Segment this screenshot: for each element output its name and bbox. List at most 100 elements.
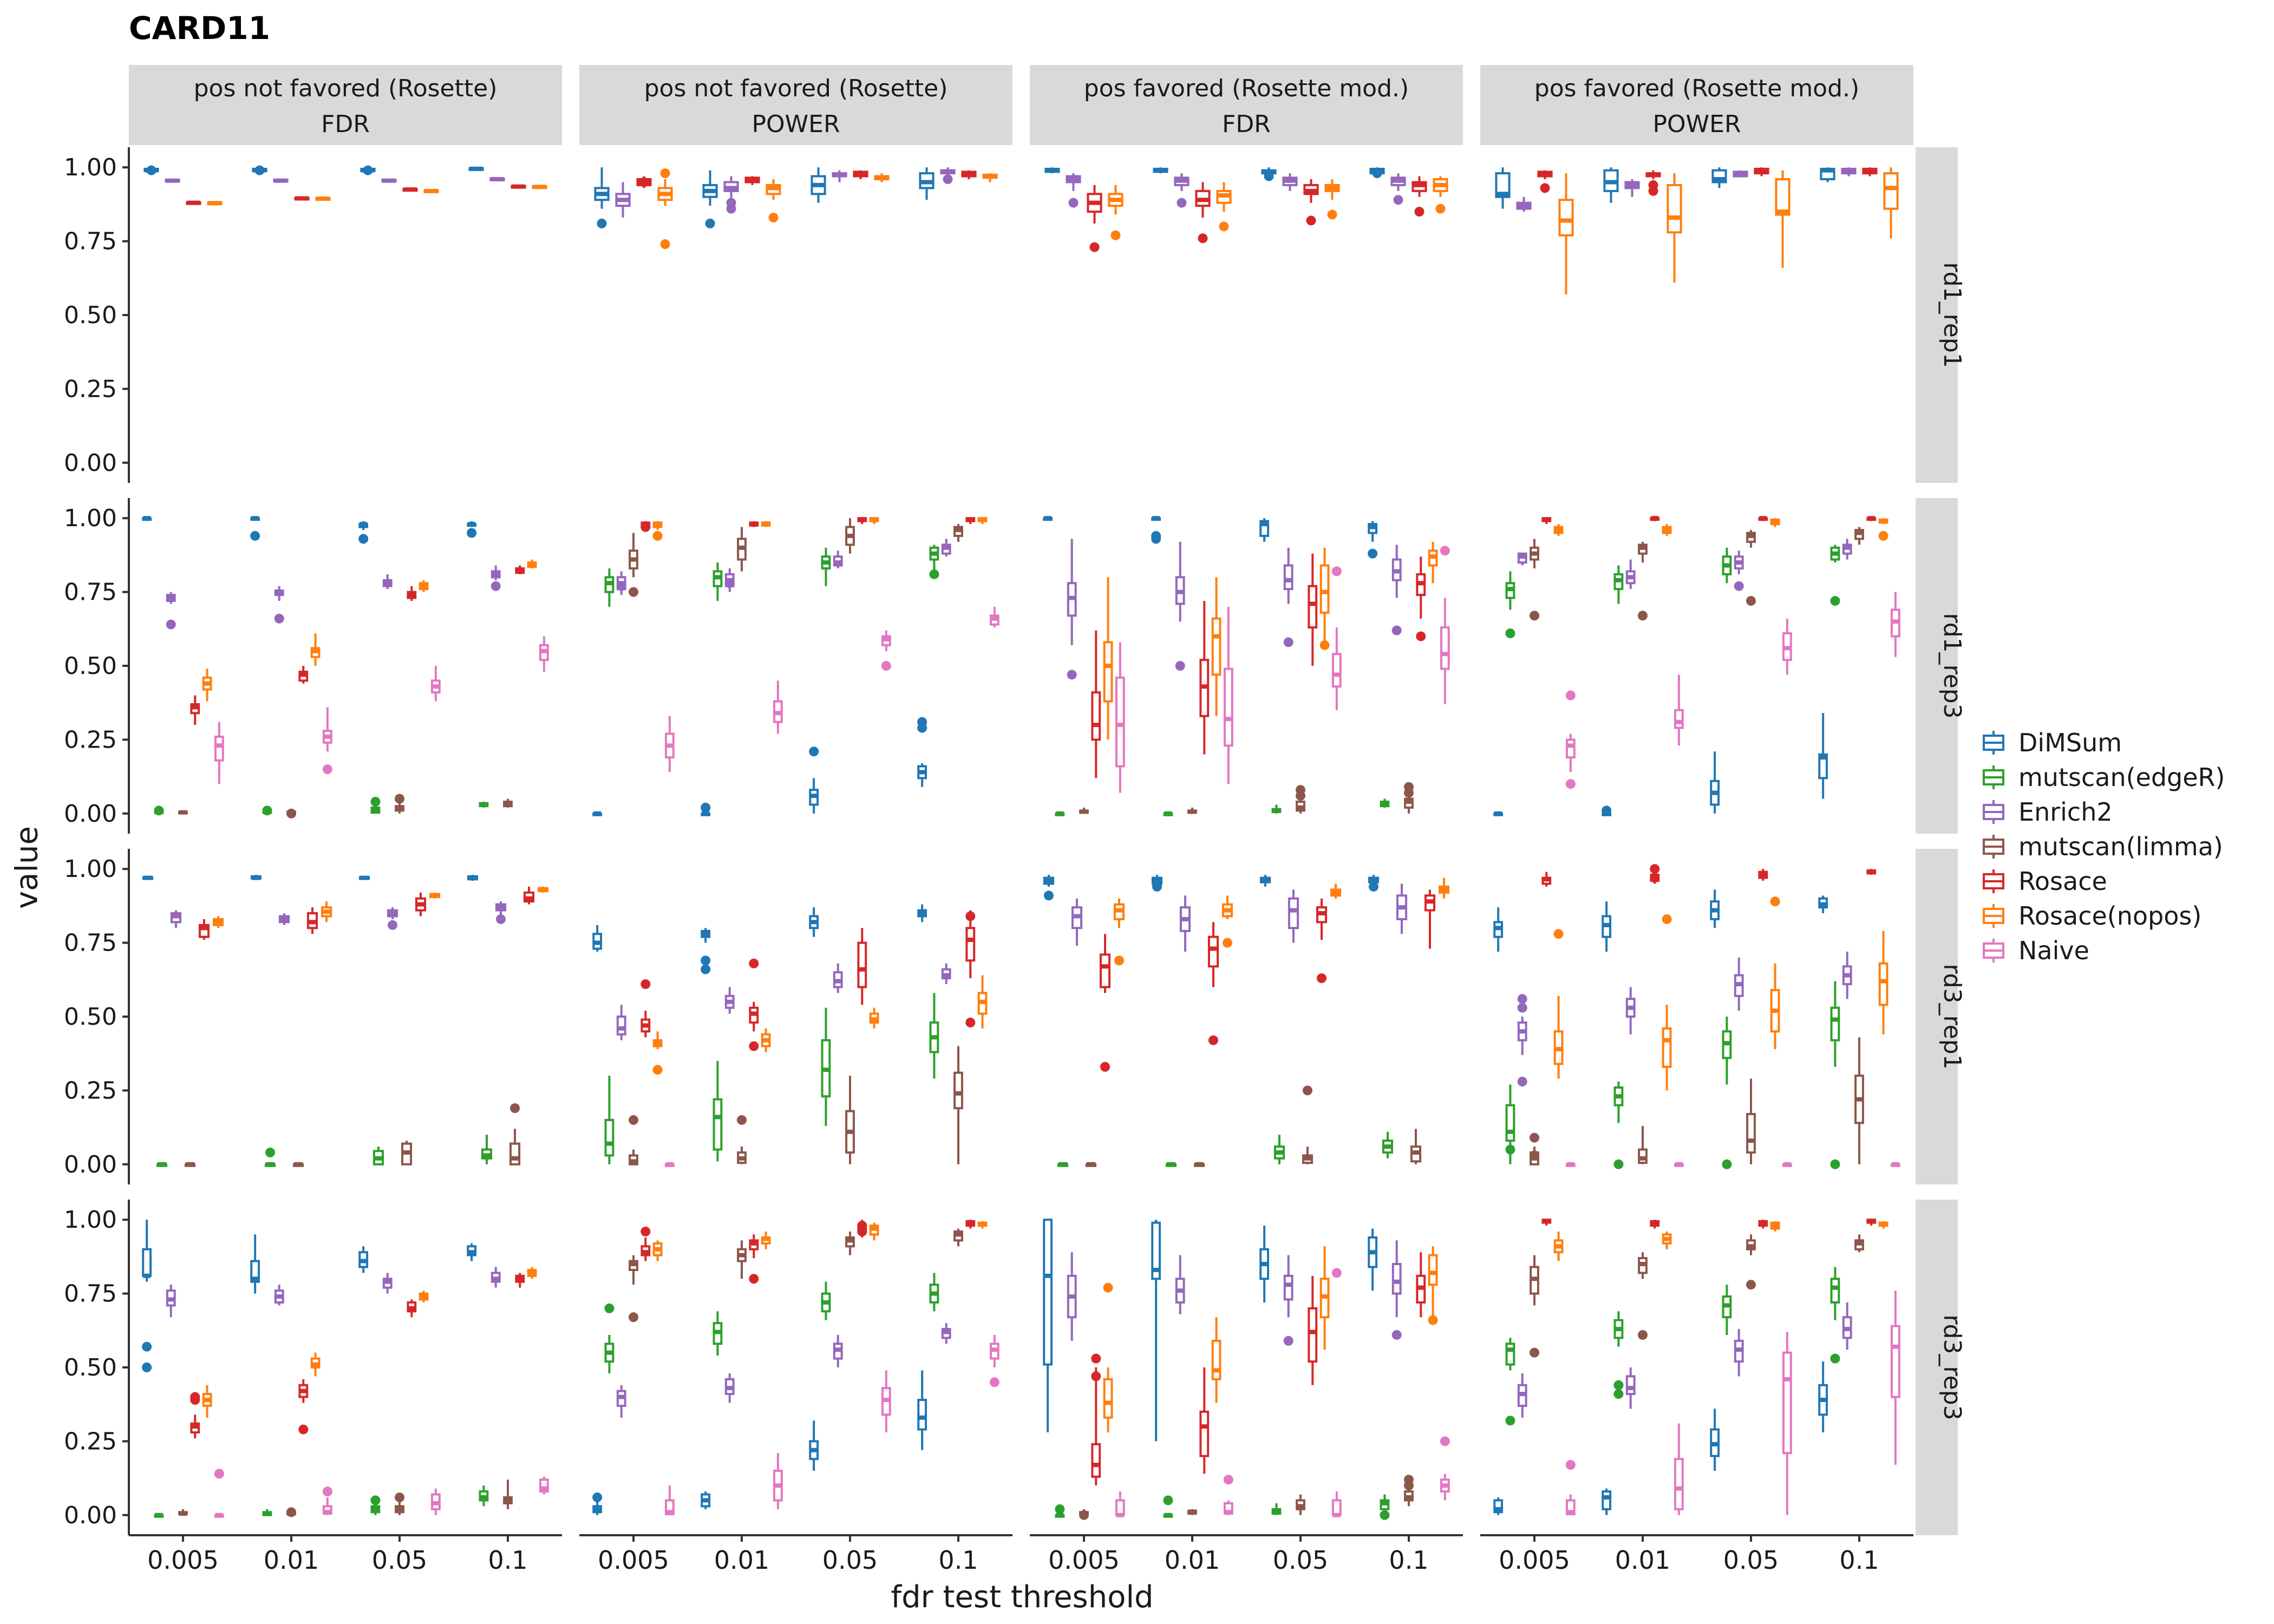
box-r1-c0-1-dimsum-outlier-0 bbox=[250, 531, 260, 541]
box-r3-c3-2-naive bbox=[1782, 1351, 1792, 1455]
box-r0-c1-0-rosace-nopos--outlier-0 bbox=[660, 239, 670, 250]
strip-row-0-label: rd1_rep1 bbox=[1938, 262, 1966, 368]
y-tick-label-row-1-3: 0.75 bbox=[64, 579, 117, 606]
strip-col-3-top: pos favored (Rosette mod.) bbox=[1534, 75, 1859, 102]
box-r1-c2-2-enrich2-outlier-0 bbox=[1283, 637, 1293, 647]
box-r3-c2-0-dimsum bbox=[1043, 1219, 1053, 1366]
box-r0-c1-1-enrich2-outlier-1 bbox=[726, 198, 736, 208]
y-tick-label-row-1-4: 1.00 bbox=[64, 505, 117, 532]
box-r3-c3-1-enrich2 bbox=[1625, 1375, 1636, 1396]
box-r1-c2-1-dimsum-outlier-1 bbox=[1151, 531, 1161, 541]
box-r0-c0-1-dimsum-outlier-0 bbox=[254, 165, 265, 175]
box-r3-c3-0-naive-outlier-0 bbox=[1565, 1460, 1576, 1470]
box-r2-c0-3-mutscan-limma--outlier-0 bbox=[510, 1103, 520, 1114]
box-r2-c0-3-enrich2-outlier-0 bbox=[496, 914, 506, 924]
box-r1-c0-1-enrich2-outlier-0 bbox=[274, 613, 284, 624]
legend-label: mutscan(edgeR) bbox=[2018, 763, 2225, 792]
box-r3-c1-0-dimsum-outlier-0 bbox=[592, 1492, 603, 1503]
y-tick-label-row-1-0: 0.00 bbox=[64, 800, 117, 828]
box-r2-c1-0-rosace-nopos--outlier-0 bbox=[652, 1065, 663, 1075]
box-r3-c1-0-mutscan-limma--outlier-0 bbox=[629, 1312, 638, 1322]
box-r1-c0-2-mutscan-limma--outlier-0 bbox=[395, 794, 404, 804]
strip-col-2-bottom: FDR bbox=[1222, 110, 1271, 138]
box-r0-c2-3-enrich2-outlier-0 bbox=[1393, 195, 1403, 205]
x-tick-label-col-1-3: 0.1 bbox=[938, 1546, 978, 1575]
y-tick-label-row-3-3: 0.75 bbox=[64, 1280, 117, 1308]
box-r2-c1-1-mutscan-edger- bbox=[713, 1098, 723, 1151]
box-r2-c3-1-rosace-nopos- bbox=[1662, 1027, 1672, 1068]
box-r0-c3-0-rosace-nopos- bbox=[1558, 199, 1574, 237]
x-tick-label-col-0-0: 0.005 bbox=[147, 1546, 219, 1575]
box-r2-c2-3-dimsum-outlier-0 bbox=[1369, 881, 1378, 892]
box-r2-c2-0-dimsum-outlier-0 bbox=[1044, 890, 1054, 901]
box-r1-c0-1-mutscan-limma--outlier-0 bbox=[286, 808, 296, 818]
box-r3-c2-2-enrich2 bbox=[1283, 1274, 1293, 1301]
box-r0-c2-1-rosace-nopos--outlier-0 bbox=[1219, 221, 1229, 232]
x-tick-label-col-3-3: 0.1 bbox=[1839, 1546, 1879, 1575]
box-r1-c2-3-naive-outlier-0 bbox=[1440, 546, 1450, 556]
legend-swatch bbox=[1982, 939, 2005, 962]
legend-item: DiMSum bbox=[1982, 725, 2225, 760]
legend: DiMSum mutscan(edgeR) Enrich2 mutscan(limma… bbox=[1982, 725, 2225, 968]
box-r3-c2-0-naive bbox=[1115, 1499, 1125, 1516]
box-r3-c2-0-mutscan-edger--outlier-0 bbox=[1055, 1504, 1065, 1514]
box-r0-c2-3-dimsum-outlier-0 bbox=[1372, 168, 1382, 179]
y-tick-label-row-0-2: 0.50 bbox=[64, 302, 117, 329]
x-tick-label-col-1-0: 0.005 bbox=[598, 1546, 669, 1575]
strip-col-3-bottom: POWER bbox=[1652, 110, 1741, 138]
legend-label: Enrich2 bbox=[2018, 797, 2113, 827]
box-r1-c2-2-rosace bbox=[1308, 585, 1318, 629]
box-r2-c3-3-mutscan-edger--outlier-0 bbox=[1830, 1159, 1840, 1169]
box-r2-c0-2-enrich2-outlier-0 bbox=[388, 920, 397, 930]
box-r0-c2-1-enrich2-outlier-0 bbox=[1177, 198, 1187, 208]
box-r2-c2-2-mutscan-limma--outlier-0 bbox=[1303, 1085, 1312, 1096]
box-r1-c2-3-naive bbox=[1440, 626, 1450, 670]
box-r3-c3-0-mutscan-limma--outlier-0 bbox=[1530, 1347, 1539, 1358]
box-r3-c2-1-mutscan-edger--outlier-0 bbox=[1163, 1495, 1173, 1505]
legend-swatch bbox=[1982, 869, 2005, 893]
box-r3-c2-3-mutscan-limma--outlier-1 bbox=[1404, 1481, 1414, 1491]
box-r1-c2-2-rosace-nopos- bbox=[1319, 564, 1330, 614]
strip-col-1-bottom: POWER bbox=[752, 110, 840, 138]
box-r1-c2-2-enrich2 bbox=[1283, 564, 1293, 591]
box-r1-c0-0-enrich2-outlier-0 bbox=[166, 619, 176, 630]
box-r2-c1-0-mutscan-limma--outlier-0 bbox=[629, 1115, 638, 1125]
box-r1-c1-3-dimsum-outlier-1 bbox=[917, 717, 927, 727]
box-r3-c0-1-rosace-outlier-0 bbox=[298, 1424, 309, 1435]
legend-swatch bbox=[1982, 765, 2005, 789]
box-r2-c3-0-mutscan-limma--outlier-0 bbox=[1530, 1132, 1539, 1143]
box-r0-c2-0-rosace-outlier-0 bbox=[1089, 242, 1100, 252]
strip-col-0-bottom: FDR bbox=[321, 110, 370, 138]
box-r3-c2-0-rosace-nopos- bbox=[1103, 1378, 1113, 1419]
box-r0-c1-0-dimsum-outlier-0 bbox=[597, 218, 607, 228]
box-r1-c2-2-naive bbox=[1331, 653, 1342, 688]
box-r2-c1-1-mutscan-limma--outlier-0 bbox=[737, 1115, 747, 1125]
box-r2-c0-1-mutscan-edger--outlier-0 bbox=[265, 1147, 275, 1157]
box-r3-c1-3-dimsum bbox=[917, 1399, 927, 1431]
legend-item: mutscan(edgeR) bbox=[1982, 760, 2225, 795]
box-r3-c2-3-rosace-nopos--outlier-0 bbox=[1428, 1315, 1438, 1325]
box-r1-c0-2-mutscan-edger--outlier-0 bbox=[370, 796, 381, 807]
box-r2-c3-1-rosace-nopos--outlier-0 bbox=[1662, 914, 1672, 924]
legend-item: Rosace(nopos) bbox=[1982, 899, 2225, 933]
box-r0-c2-0-rosace-nopos--outlier-0 bbox=[1110, 230, 1121, 240]
box-r0-c3-3-rosace-nopos- bbox=[1883, 172, 1899, 210]
box-r2-c1-1-dimsum-outlier-1 bbox=[701, 964, 711, 974]
box-r3-c2-0-rosace bbox=[1091, 1443, 1101, 1478]
box-r1-c1-0-enrich2-outlier-0 bbox=[616, 581, 626, 591]
box-r3-c3-3-mutscan-edger--outlier-0 bbox=[1830, 1353, 1840, 1364]
box-r0-c1-0-rosace-nopos--outlier-1 bbox=[660, 168, 670, 179]
box-r3-c2-0-rosace-outlier-1 bbox=[1091, 1371, 1101, 1381]
box-r0-c2-3-rosace-outlier-0 bbox=[1414, 207, 1424, 217]
box-r0-c3-1-rosace-nopos- bbox=[1667, 184, 1682, 234]
box-r0-c2-2-dimsum-outlier-0 bbox=[1264, 171, 1274, 181]
box-r2-c2-2-rosace-outlier-0 bbox=[1317, 973, 1327, 984]
box-r1-c1-2-dimsum-outlier-0 bbox=[809, 746, 819, 757]
box-r1-c3-1-mutscan-limma--outlier-0 bbox=[1638, 611, 1648, 621]
box-r1-c3-2-mutscan-limma--outlier-0 bbox=[1746, 595, 1756, 606]
x-tick-label-col-2-1: 0.01 bbox=[1165, 1546, 1220, 1575]
y-tick-label-row-0-4: 1.00 bbox=[64, 154, 117, 181]
box-r3-c2-3-naive-outlier-0 bbox=[1440, 1436, 1450, 1446]
box-r2-c1-1-dimsum-outlier-0 bbox=[701, 955, 711, 966]
box-r0-c1-0-rosace-outlier-0 bbox=[639, 177, 649, 187]
